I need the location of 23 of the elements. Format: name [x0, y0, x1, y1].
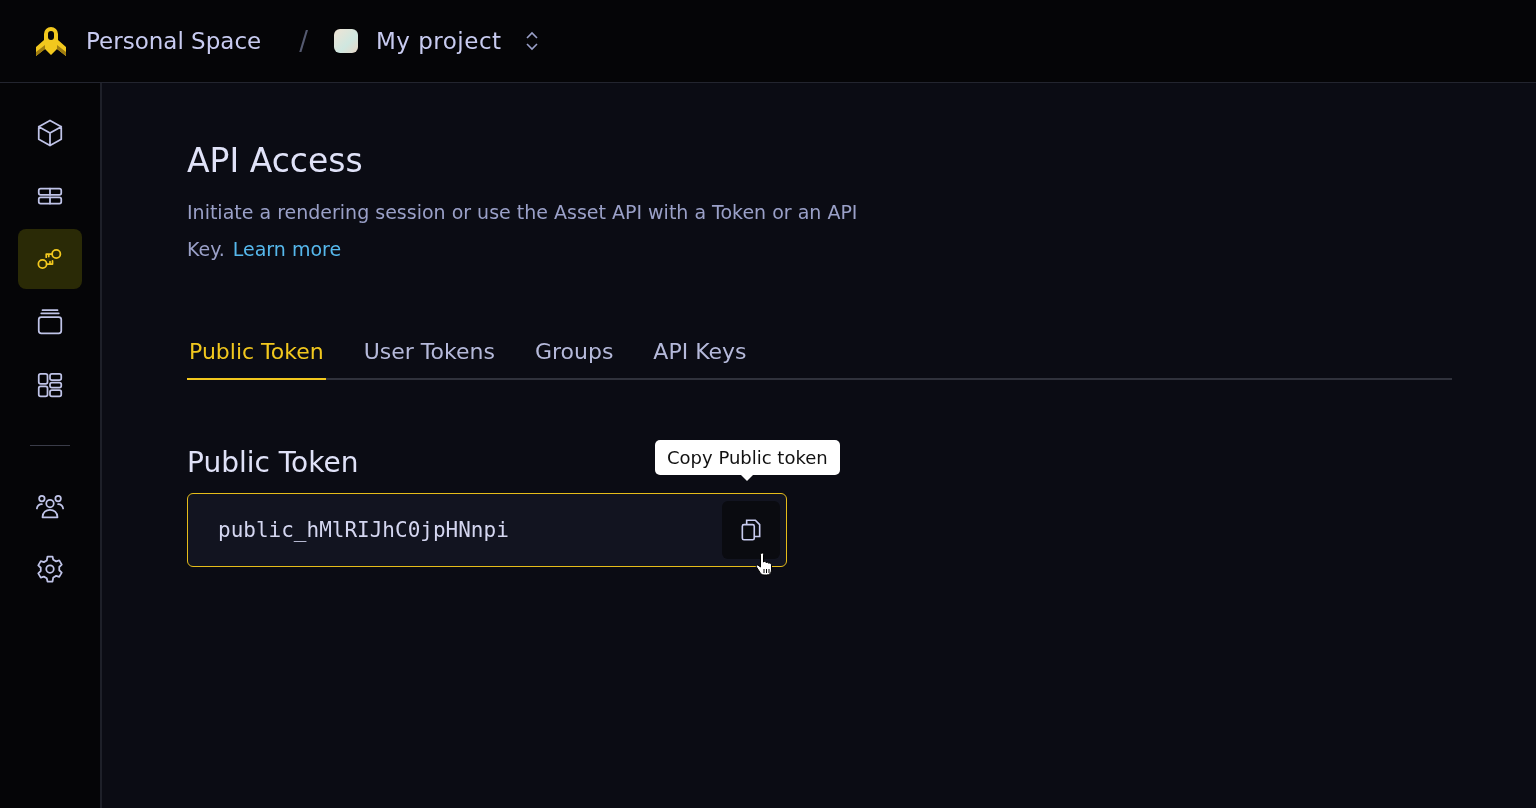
sidebar-item[interactable]: [18, 229, 82, 289]
page-description: Initiate a rendering session or use the Asset API with a Token or an API Key. Learn more: [187, 200, 859, 262]
page-title: API Access: [187, 141, 364, 180]
copy-button[interactable]: [722, 501, 780, 559]
settings-icon: [35, 554, 65, 584]
tooltip: Copy Public token: [655, 440, 840, 475]
learn-more-link[interactable]: Learn more: [232, 238, 342, 260]
stack-icon: [35, 307, 65, 337]
tab[interactable]: Public Token: [187, 330, 326, 380]
tab[interactable]: Groups: [532, 330, 616, 380]
project-thumbnail: [333, 29, 358, 53]
tab[interactable]: User Tokens: [361, 330, 497, 380]
section-title: Public Token: [187, 446, 359, 479]
hand-cursor-icon: [755, 551, 775, 577]
tooltip-pointer: [741, 475, 754, 481]
cube-icon: [35, 118, 65, 148]
project-name[interactable]: My project: [375, 28, 502, 54]
breadcrumb-separator: /: [299, 26, 308, 56]
grid-icon: [35, 370, 65, 400]
chevron-updown-icon[interactable]: [523, 30, 540, 52]
tab[interactable]: API Keys: [651, 330, 749, 380]
workspace-name[interactable]: Personal Space: [86, 28, 262, 54]
token-field[interactable]: public_hMlRIJhC0jpHNnpi: [187, 493, 787, 567]
